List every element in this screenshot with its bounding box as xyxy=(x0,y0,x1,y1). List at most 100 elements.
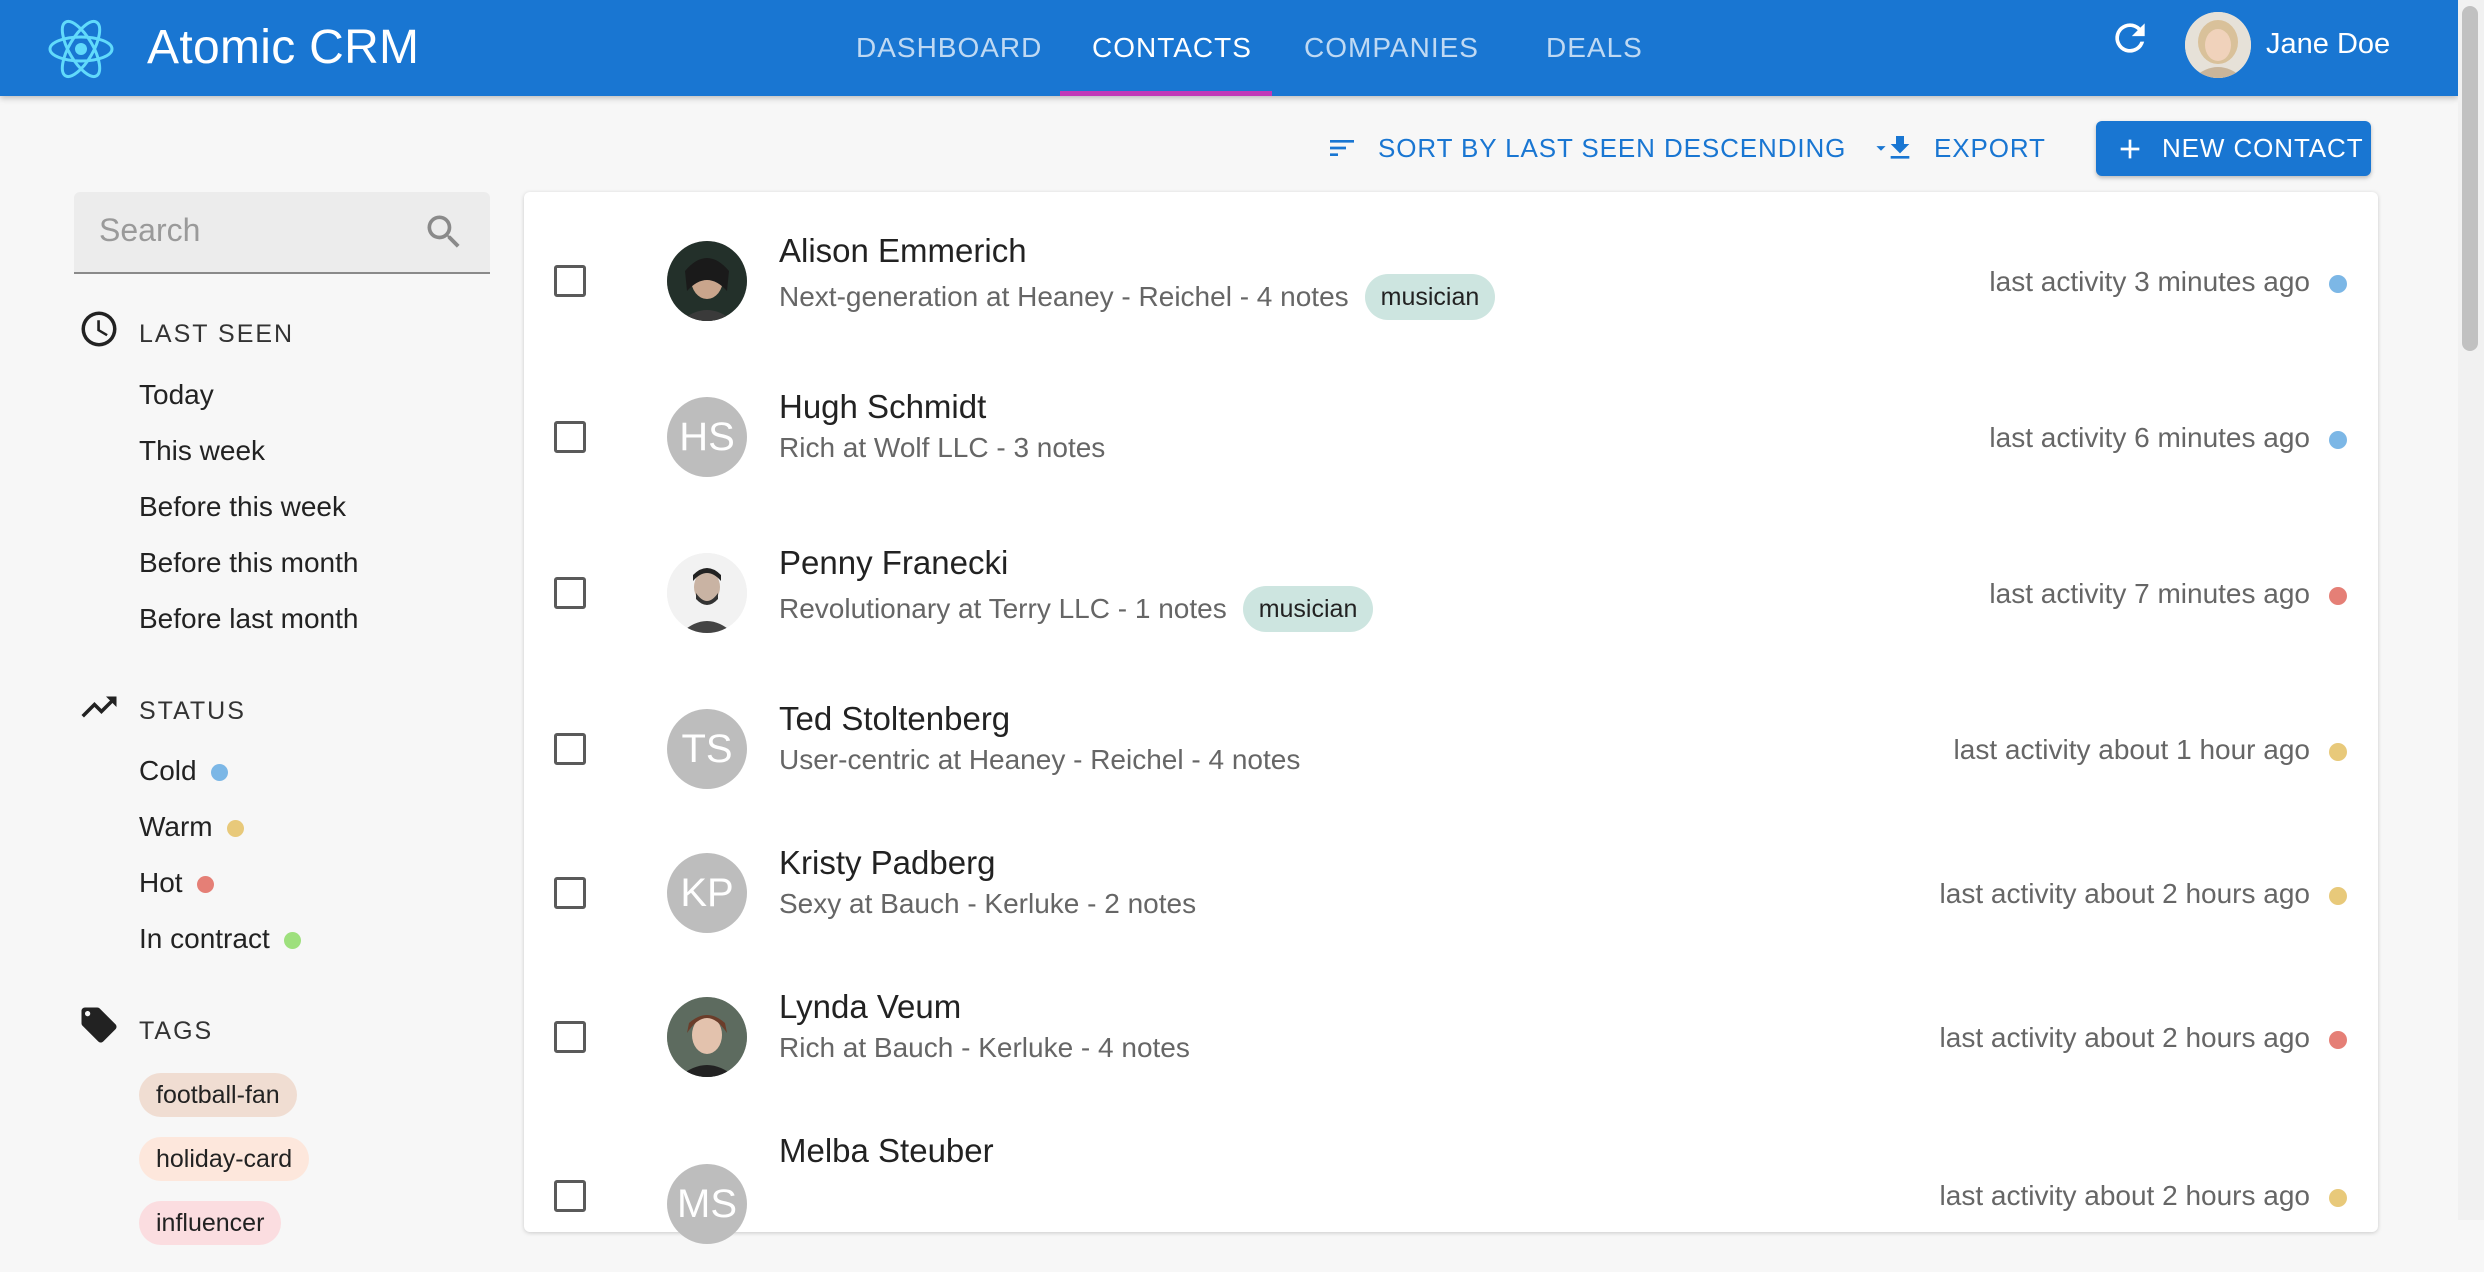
last-activity: last activity 6 minutes ago xyxy=(1989,422,2310,453)
filter-before-this-week[interactable]: Before this week xyxy=(139,490,346,524)
row-checkbox[interactable] xyxy=(554,1180,586,1212)
contact-row[interactable]: MS Melba Steuber last activity about 2 h… xyxy=(524,1132,2378,1272)
contact-row[interactable]: Lynda Veum Rich at Bauch - Kerluke - 4 n… xyxy=(524,988,2378,1128)
app-bar: Atomic CRM DASHBOARD CONTACTS COMPANIES … xyxy=(0,0,2458,96)
tag-holiday-card[interactable]: holiday-card xyxy=(139,1137,310,1181)
scrollbar-thumb[interactable] xyxy=(2462,6,2478,351)
contact-name[interactable]: Kristy Padberg xyxy=(779,844,995,882)
contact-subtitle: Next-generation at Heaney - Reichel - 4 … xyxy=(779,274,1496,320)
filter-before-last-month[interactable]: Before last month xyxy=(139,602,358,636)
row-checkbox[interactable] xyxy=(554,265,586,297)
contact-row[interactable]: Penny Franecki Revolutionary at Terry LL… xyxy=(524,544,2378,684)
contact-name[interactable]: Melba Steuber xyxy=(779,1132,994,1170)
export-button[interactable]: EXPORT xyxy=(1884,128,2046,168)
sort-label: SORT BY LAST SEEN DESCENDING xyxy=(1378,132,1847,163)
new-contact-label: NEW CONTACT xyxy=(2162,133,2364,163)
status-title: STATUS xyxy=(139,697,246,725)
contact-description: User-centric at Heaney - Reichel - 4 not… xyxy=(779,744,1301,775)
atom-logo-icon[interactable] xyxy=(46,14,116,84)
contact-name[interactable]: Ted Stoltenberg xyxy=(779,700,1010,738)
sort-icon xyxy=(1326,132,1358,164)
contact-name[interactable]: Penny Franecki xyxy=(779,544,1008,582)
filter-today[interactable]: Today xyxy=(139,378,214,412)
status-dot xyxy=(210,764,228,782)
last-activity: last activity about 2 hours ago xyxy=(1939,878,2310,909)
download-icon xyxy=(1884,132,1916,164)
avatar xyxy=(667,997,747,1077)
refresh-icon[interactable] xyxy=(2108,16,2152,60)
tag-football-fan[interactable]: football-fan xyxy=(139,1073,297,1117)
search-input[interactable]: Search xyxy=(74,192,490,274)
status-label: In contract xyxy=(139,923,270,954)
avatar: MS xyxy=(667,1164,747,1244)
tab-contacts[interactable]: CONTACTS xyxy=(1092,30,1252,66)
avatar: KP xyxy=(667,853,747,933)
last-activity: last activity 7 minutes ago xyxy=(1989,578,2310,609)
contact-description: Rich at Wolf LLC - 3 notes xyxy=(779,432,1106,463)
avatar xyxy=(667,241,747,321)
app-title[interactable]: Atomic CRM xyxy=(147,20,419,76)
last-activity: last activity about 2 hours ago xyxy=(1939,1180,2310,1211)
status-dot xyxy=(2329,587,2347,605)
last-activity: last activity about 2 hours ago xyxy=(1939,1022,2310,1053)
status-label: Cold xyxy=(139,755,197,786)
export-label: EXPORT xyxy=(1934,132,2046,163)
row-checkbox[interactable] xyxy=(554,733,586,765)
row-checkbox[interactable] xyxy=(554,421,586,453)
contact-description: Revolutionary at Terry LLC - 1 notes xyxy=(779,593,1227,624)
status-dot xyxy=(2329,1031,2347,1049)
contact-name[interactable]: Hugh Schmidt xyxy=(779,388,986,426)
contact-row[interactable]: KP Kristy Padberg Sexy at Bauch - Kerluk… xyxy=(524,844,2378,984)
status-dot xyxy=(2329,431,2347,449)
avatar: HS xyxy=(667,397,747,477)
last-activity: last activity 3 minutes ago xyxy=(1989,266,2310,297)
filter-status-cold[interactable]: Cold xyxy=(139,754,228,788)
contact-name[interactable]: Alison Emmerich xyxy=(779,232,1027,270)
sort-button[interactable]: SORT BY LAST SEEN DESCENDING xyxy=(1326,128,1892,168)
status-dot xyxy=(283,932,301,950)
plus-icon xyxy=(2114,133,2146,165)
active-tab-indicator xyxy=(1060,91,1272,96)
tags-title: TAGS xyxy=(139,1017,214,1045)
status-label: Hot xyxy=(139,867,183,898)
tag-icon xyxy=(78,1004,120,1046)
row-checkbox[interactable] xyxy=(554,577,586,609)
contact-description: Next-generation at Heaney - Reichel - 4 … xyxy=(779,281,1349,312)
contact-subtitle: User-centric at Heaney - Reichel - 4 not… xyxy=(779,744,1300,776)
avatar: TS xyxy=(667,709,747,789)
filter-this-week[interactable]: This week xyxy=(139,434,265,468)
tag-influencer[interactable]: influencer xyxy=(139,1201,282,1245)
contact-description: Rich at Bauch - Kerluke - 4 notes xyxy=(779,1032,1190,1063)
tab-deals[interactable]: DEALS xyxy=(1546,30,1643,66)
contact-subtitle: Rich at Wolf LLC - 3 notes xyxy=(779,432,1105,464)
avatar xyxy=(667,553,747,633)
filter-before-this-month[interactable]: Before this month xyxy=(139,546,358,580)
contact-description: Sexy at Bauch - Kerluke - 2 notes xyxy=(779,888,1197,919)
contact-tag: musician xyxy=(1364,274,1496,320)
filter-status-in-contract[interactable]: In contract xyxy=(139,922,301,956)
status-dot xyxy=(226,820,244,838)
user-avatar[interactable] xyxy=(2185,12,2251,78)
contact-name[interactable]: Lynda Veum xyxy=(779,988,961,1026)
clock-icon xyxy=(78,308,120,350)
status-dot xyxy=(2329,743,2347,761)
contact-row[interactable]: TS Ted Stoltenberg User-centric at Heane… xyxy=(524,700,2378,840)
user-name[interactable]: Jane Doe xyxy=(2266,26,2390,62)
status-dot xyxy=(2329,887,2347,905)
contact-tag: musician xyxy=(1242,586,1374,632)
new-contact-button[interactable]: NEW CONTACT xyxy=(2096,121,2371,176)
contact-row[interactable]: HS Hugh Schmidt Rich at Wolf LLC - 3 not… xyxy=(524,388,2378,528)
contact-row[interactable]: Alison Emmerich Next-generation at Heane… xyxy=(524,232,2378,372)
row-checkbox[interactable] xyxy=(554,877,586,909)
filter-status-hot[interactable]: Hot xyxy=(139,866,214,900)
contact-subtitle: Rich at Bauch - Kerluke - 4 notes xyxy=(779,1032,1190,1064)
contact-subtitle: Revolutionary at Terry LLC - 1 notes mus… xyxy=(779,586,1374,632)
status-dot xyxy=(2329,1189,2347,1207)
filter-status-warm[interactable]: Warm xyxy=(139,810,244,844)
status-label: Warm xyxy=(139,811,213,842)
status-dot xyxy=(196,876,214,894)
tab-companies[interactable]: COMPANIES xyxy=(1304,30,1479,66)
row-checkbox[interactable] xyxy=(554,1021,586,1053)
contact-list: Alison Emmerich Next-generation at Heane… xyxy=(524,192,2378,1244)
tab-dashboard[interactable]: DASHBOARD xyxy=(856,30,1042,66)
